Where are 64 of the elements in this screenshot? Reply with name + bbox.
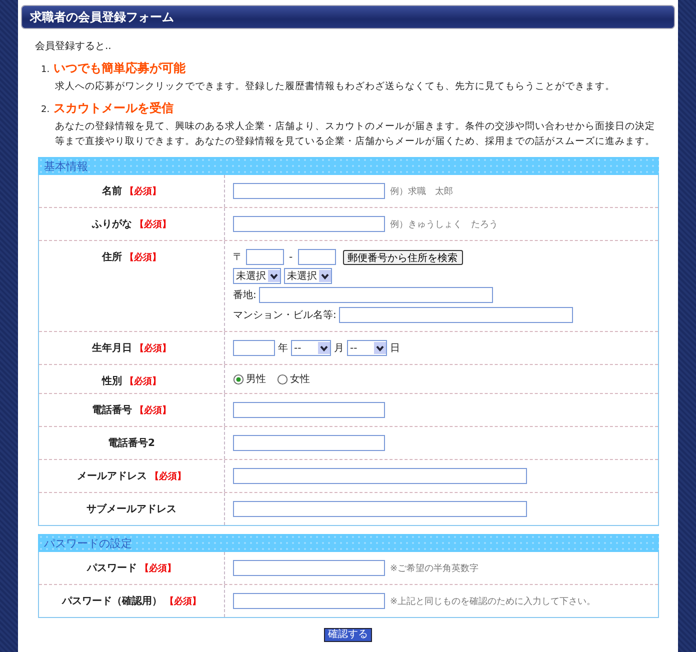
input-field[interactable] — [339, 307, 574, 323]
field-label: 生年月日 — [92, 343, 132, 354]
dropdown[interactable]: 未選択 — [284, 268, 332, 284]
required-mark: 【必須】 — [125, 253, 161, 263]
required-mark: 【必須】 — [135, 344, 171, 354]
address-lookup-button[interactable]: 郵便番号から住所を検索 — [342, 250, 463, 264]
dropdown[interactable]: -- — [347, 340, 387, 356]
date-unit: 日 — [390, 342, 400, 355]
benefit-description: 求人への応募がワンクリックでできます。登録した履歴書情報もわざわざ送らなくても、先方に見てもらうことができます。 — [55, 80, 616, 94]
input-field[interactable] — [233, 501, 527, 517]
year-field[interactable] — [233, 340, 275, 356]
benefit-description: あなたの登録情報を見て、興味のある求人企業・店舗より、スカウトのメールが届きます。条件の交渉や問い合わせから面接日の決定等まで直接やり取りできます。あなたの登録情報を見ている企業・店舗からメールが届くため、採用までの話がスムーズに進みます。 — [55, 120, 656, 149]
required-mark: 【必須】 — [125, 377, 161, 387]
postal-code-field[interactable] — [298, 249, 336, 265]
input-field[interactable] — [233, 402, 385, 418]
field-label: マンション・ビル名等: — [233, 309, 336, 322]
input-field[interactable] — [233, 183, 385, 199]
list-number: 1. — [41, 65, 50, 75]
field-label: メールアドレス — [77, 471, 147, 482]
field-label: 電話番号2 — [108, 438, 155, 449]
radio-label: 男性 — [246, 372, 266, 386]
postal-code-field[interactable] — [246, 249, 284, 265]
required-mark: 【必須】 — [135, 406, 171, 416]
section-title: 基本情報 — [44, 158, 88, 174]
dropdown[interactable]: 未選択 — [233, 268, 281, 284]
page-title: 求職者の会員登録フォーム — [30, 8, 174, 26]
field-label: サブメールアドレス — [86, 504, 176, 515]
required-mark: 【必須】 — [140, 564, 176, 574]
benefit-title: スカウトメールを受信 — [54, 100, 174, 117]
input-field[interactable] — [233, 468, 527, 484]
input-field[interactable] — [233, 435, 385, 451]
date-unit: 年 — [278, 342, 288, 355]
intro-text: 会員登録すると.. — [35, 40, 112, 53]
required-mark: 【必須】 — [165, 597, 201, 607]
postal-mark: 〒 — [233, 251, 243, 264]
field-label: 電話番号 — [92, 405, 132, 416]
radio-button[interactable] — [277, 374, 288, 384]
input-field[interactable] — [259, 287, 494, 303]
dash-text: - — [289, 252, 293, 262]
date-unit: 月 — [334, 342, 344, 355]
required-mark: 【必須】 — [150, 472, 186, 482]
confirm-button[interactable]: 確認する — [324, 628, 372, 642]
field-label: パスワード（確認用） — [62, 596, 162, 607]
required-mark: 【必須】 — [125, 187, 161, 197]
input-field[interactable] — [233, 593, 385, 609]
list-number: 2. — [41, 105, 50, 115]
input-field[interactable] — [233, 560, 385, 576]
field-label: 住所 — [102, 252, 122, 263]
field-note: 例）求職 太郎 — [390, 186, 453, 198]
field-label: 名前 — [102, 186, 122, 197]
field-note: ※上記と同じものを確認のために入力して下さい。 — [390, 596, 596, 608]
radio-label: 女性 — [290, 372, 310, 386]
dropdown[interactable]: -- — [291, 340, 331, 356]
field-note: ※ご希望の半角英数字 — [390, 562, 479, 574]
field-label: 性別 — [102, 376, 122, 387]
required-mark: 【必須】 — [135, 220, 171, 230]
radio-button[interactable] — [233, 374, 244, 384]
field-label: パスワード — [87, 563, 137, 574]
section-title: パスワードの設定 — [44, 536, 132, 550]
field-note: 例）きゅうしょく たろう — [390, 218, 498, 230]
input-field[interactable] — [233, 216, 385, 232]
field-label: ふりがな — [92, 219, 132, 230]
field-label: 番地: — [233, 288, 256, 302]
benefit-title: いつでも簡単応募が可能 — [54, 60, 186, 77]
